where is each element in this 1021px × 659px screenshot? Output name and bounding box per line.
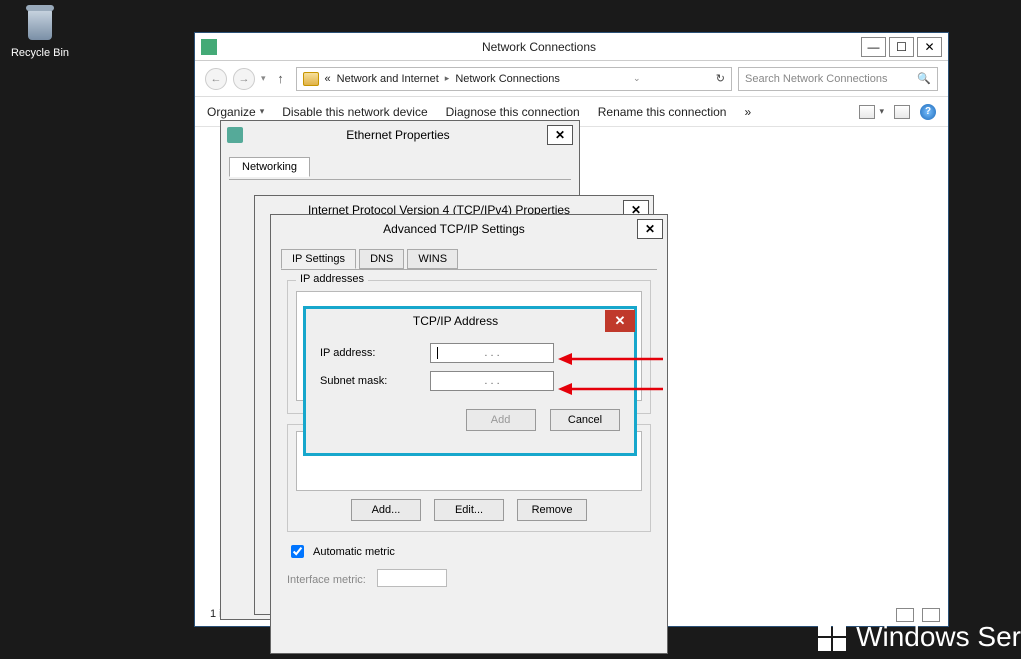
bin-icon xyxy=(20,5,60,45)
search-box[interactable]: Search Network Connections 🔍 xyxy=(738,67,938,91)
tab-ip-settings[interactable]: IP Settings xyxy=(281,249,356,269)
help-icon[interactable]: ? xyxy=(920,104,936,120)
more-commands[interactable]: » xyxy=(744,105,751,119)
windows-server-brand: Windows Ser xyxy=(818,621,1021,653)
maximize-button[interactable]: ☐ xyxy=(889,37,914,57)
modal-add-button[interactable]: Add xyxy=(466,409,536,431)
search-icon: 🔍 xyxy=(917,72,931,85)
nc-title: Network Connections xyxy=(217,40,861,54)
nav-history-chevron[interactable]: ▾ xyxy=(261,73,266,84)
refresh-button[interactable]: ↻ xyxy=(716,72,725,85)
nav-forward-button[interactable]: → xyxy=(233,68,255,90)
view-options-icon[interactable] xyxy=(859,105,875,119)
folder-icon xyxy=(303,72,319,86)
close-button[interactable]: ✕ xyxy=(917,37,942,57)
nc-window-icon xyxy=(201,39,217,55)
details-view-icon[interactable] xyxy=(896,608,914,622)
adv-title: Advanced TCP/IP Settings xyxy=(271,222,637,236)
interface-metric-row: Interface metric: xyxy=(287,569,651,587)
disable-device-button[interactable]: Disable this network device xyxy=(282,105,427,119)
nav-up-button[interactable]: ↑ xyxy=(272,68,290,90)
modal-close-button[interactable]: ✕ xyxy=(605,310,635,332)
ip-address-input[interactable]: . . . xyxy=(430,343,554,363)
breadcrumb[interactable]: « Network and Internet ▸ Network Connect… xyxy=(296,67,732,91)
modal-title: TCP/IP Address xyxy=(306,314,605,328)
tab-wins[interactable]: WINS xyxy=(407,249,458,269)
large-icons-view-icon[interactable] xyxy=(922,608,940,622)
recycle-bin-icon[interactable]: Recycle Bin xyxy=(10,5,70,59)
breadcrumb-dropdown[interactable]: ⌄ xyxy=(633,73,641,84)
ip-addresses-legend: IP addresses xyxy=(296,273,368,285)
tab-dns[interactable]: DNS xyxy=(359,249,404,269)
nav-back-button[interactable]: ← xyxy=(205,68,227,90)
search-placeholder: Search Network Connections xyxy=(745,73,887,85)
preview-pane-icon[interactable] xyxy=(894,105,910,119)
adv-close-button[interactable]: ✕ xyxy=(637,219,663,239)
eth-tab-networking[interactable]: Networking xyxy=(229,157,310,177)
brand-text: Windows Ser xyxy=(856,621,1021,653)
gw-remove-button[interactable]: Remove xyxy=(517,499,587,521)
subnet-mask-input[interactable]: . . . xyxy=(430,371,554,391)
ip-address-label: IP address: xyxy=(320,347,430,359)
gw-edit-button[interactable]: Edit... xyxy=(434,499,504,521)
tcpip-address-modal: TCP/IP Address ✕ IP address: . . . Subne… xyxy=(303,306,637,456)
recycle-bin-label: Recycle Bin xyxy=(10,47,70,59)
automatic-metric-label: Automatic metric xyxy=(313,546,395,558)
modal-cancel-button[interactable]: Cancel xyxy=(550,409,620,431)
address-bar: ← → ▾ ↑ « Network and Internet ▸ Network… xyxy=(195,61,948,97)
subnet-mask-label: Subnet mask: xyxy=(320,375,430,387)
breadcrumb-item-1[interactable]: Network and Internet xyxy=(337,73,439,85)
chevron-right-icon: ▸ xyxy=(445,73,450,84)
breadcrumb-prefix: « xyxy=(325,73,331,85)
adapter-icon xyxy=(227,127,243,143)
gw-add-button[interactable]: Add... xyxy=(351,499,421,521)
windows-logo-icon xyxy=(818,623,846,651)
status-icons xyxy=(896,608,940,622)
rename-button[interactable]: Rename this connection xyxy=(598,105,727,119)
eth-close-button[interactable]: ✕ xyxy=(547,125,573,145)
automatic-metric-checkbox[interactable] xyxy=(291,545,304,558)
interface-metric-input xyxy=(377,569,447,587)
diagnose-button[interactable]: Diagnose this connection xyxy=(446,105,580,119)
organize-menu[interactable]: Organize xyxy=(207,105,256,119)
breadcrumb-item-2[interactable]: Network Connections xyxy=(455,73,560,85)
eth-title: Ethernet Properties xyxy=(249,128,547,142)
interface-metric-label: Interface metric: xyxy=(287,574,366,586)
nc-titlebar: Network Connections — ☐ ✕ xyxy=(195,33,948,61)
minimize-button[interactable]: — xyxy=(861,37,886,57)
